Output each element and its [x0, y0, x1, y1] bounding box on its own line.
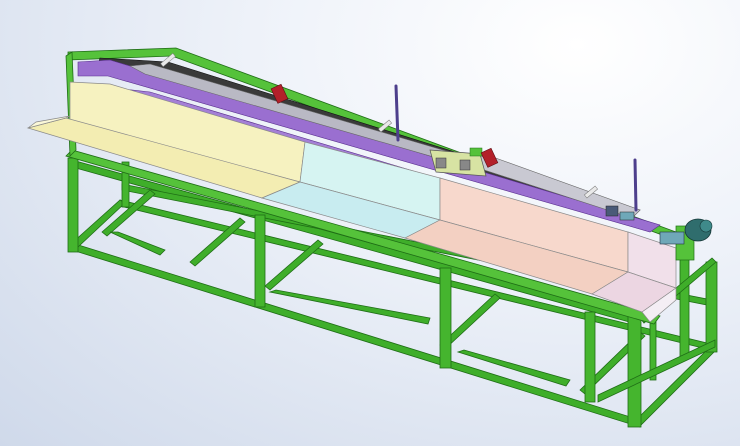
- carriage-block-1: [435, 157, 447, 169]
- motor-base: [659, 231, 685, 245]
- leg-front-2: [254, 214, 266, 308]
- leg-back-right: [705, 261, 718, 353]
- motor-cap: [699, 219, 713, 233]
- leg-front-left: [67, 157, 79, 253]
- indicator-rod-1: [394, 84, 400, 142]
- cad-viewport: [0, 0, 740, 446]
- indicator-rod-2: [633, 158, 638, 212]
- leg-back-right-2: [679, 257, 690, 359]
- carriage-green-tab: [469, 147, 483, 157]
- slider-block: [605, 205, 619, 217]
- slider-block-2: [619, 211, 635, 221]
- brace-1: [109, 231, 166, 256]
- leg-front-3: [439, 267, 452, 369]
- leg-mid-4: [584, 311, 596, 403]
- machine-drawing: [26, 47, 718, 428]
- leg-front-right: [627, 315, 642, 428]
- carriage-block-2: [459, 159, 471, 171]
- base-rail-right: [635, 344, 718, 426]
- end-frame-bottom: [597, 339, 716, 403]
